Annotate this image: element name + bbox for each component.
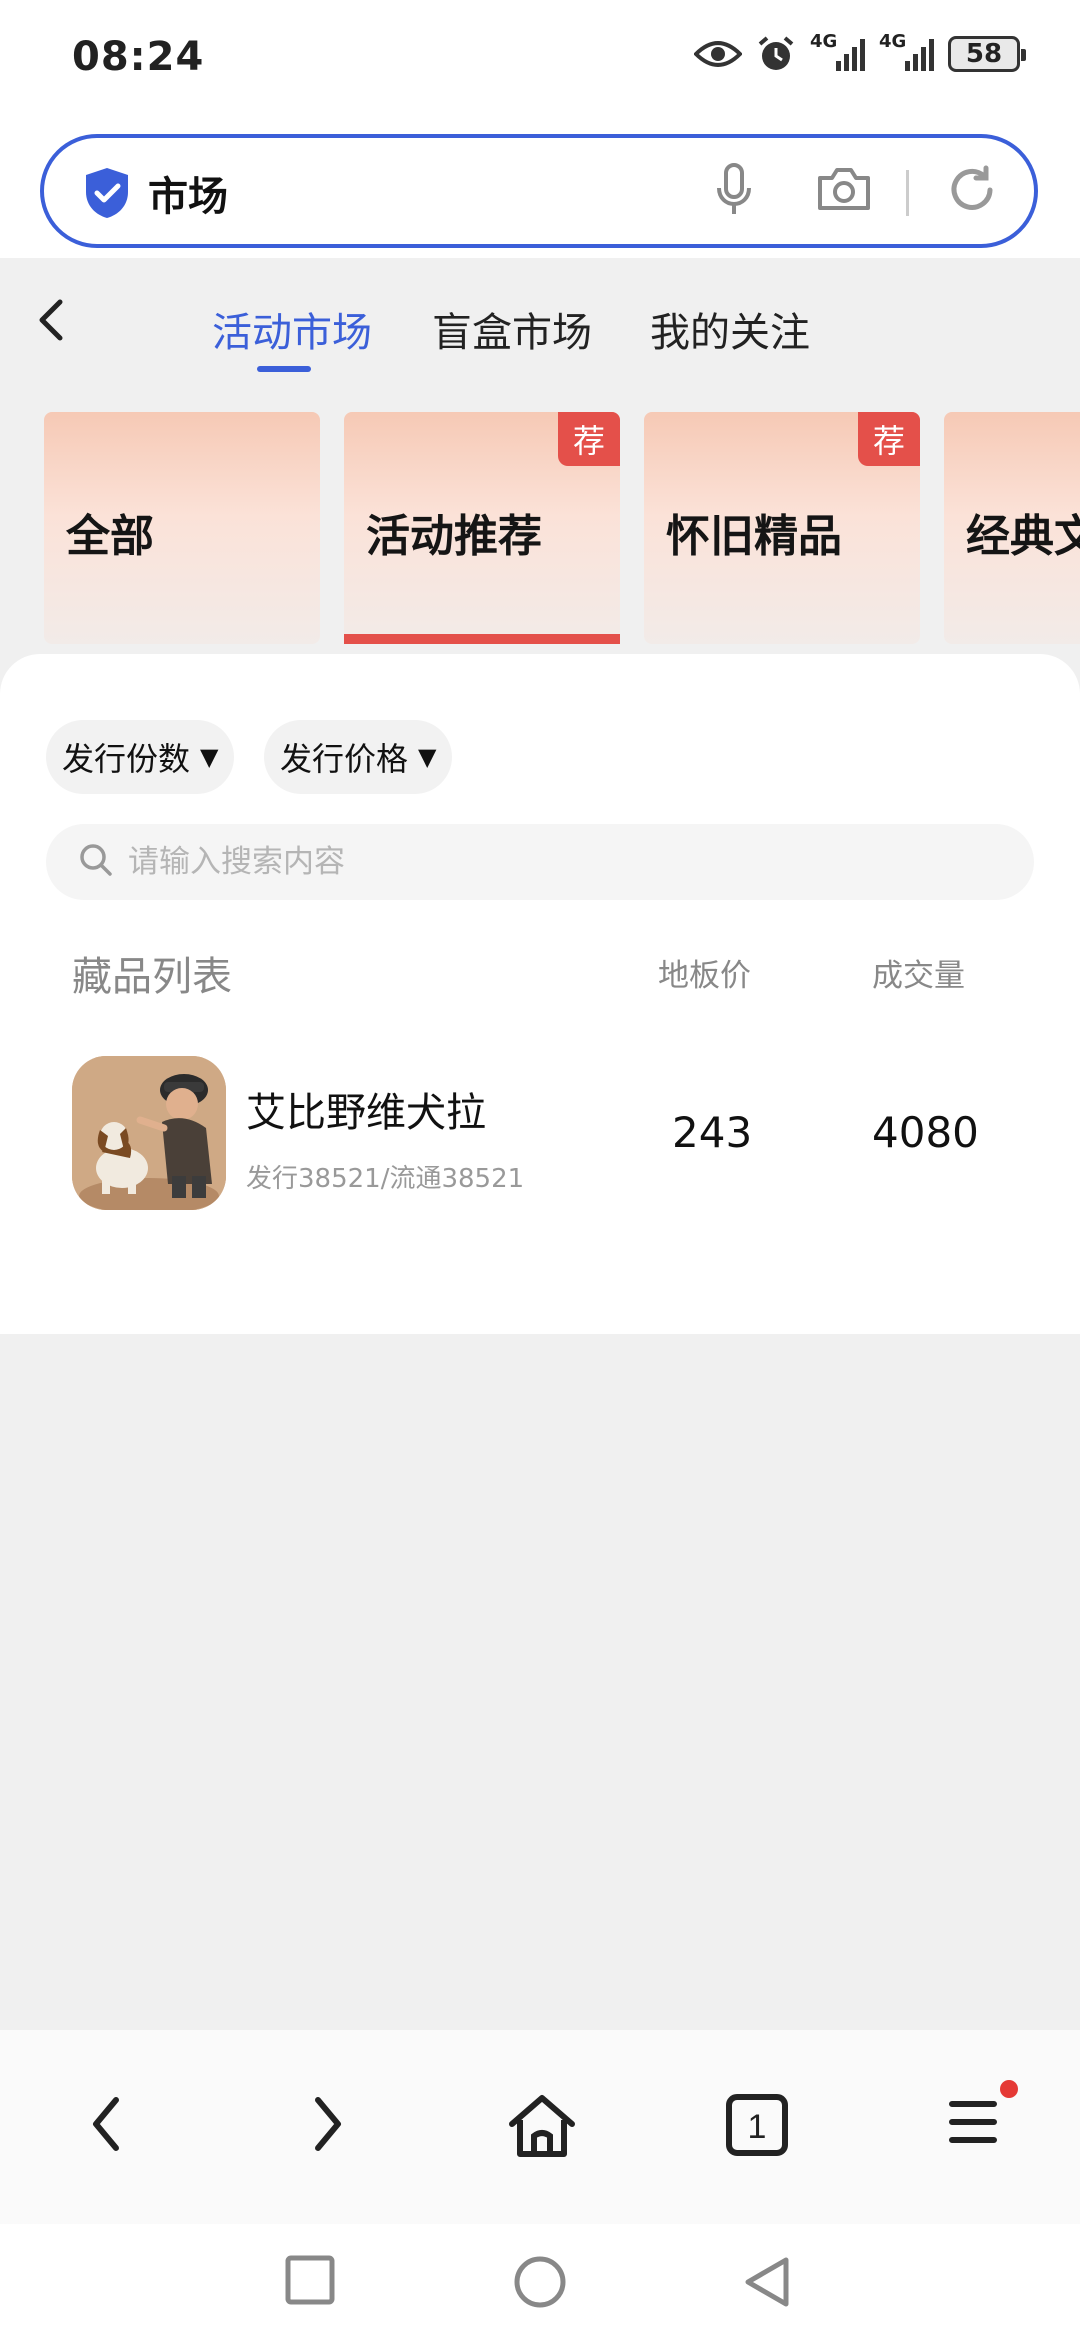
network-type-2: 4G bbox=[879, 31, 907, 52]
home-icon[interactable] bbox=[506, 2092, 578, 2164]
category-card-all[interactable]: 全部 bbox=[44, 412, 320, 644]
search-field[interactable] bbox=[46, 824, 1034, 900]
system-nav-bar bbox=[0, 2224, 1080, 2340]
filter-issue-price[interactable]: 发行价格 ▼ bbox=[264, 720, 453, 794]
eye-icon bbox=[694, 38, 742, 70]
active-tab-indicator bbox=[257, 366, 311, 372]
search-input[interactable] bbox=[128, 844, 928, 880]
notification-dot bbox=[1000, 2080, 1018, 2098]
tab-my-follows[interactable]: 我的关注 bbox=[650, 300, 810, 358]
category-label: 经典文 bbox=[966, 511, 1080, 562]
browser-toolbar: 市场 bbox=[0, 120, 1080, 258]
category-label: 活动推荐 bbox=[366, 511, 542, 562]
back-icon[interactable] bbox=[32, 296, 72, 348]
battery-icon: 58 bbox=[948, 36, 1026, 72]
status-icons: 4G 4G 58 bbox=[694, 31, 1026, 74]
column-floor-price[interactable]: 地板价 bbox=[658, 950, 751, 995]
market-tabs: 活动市场 盲盒市场 我的关注 bbox=[0, 258, 1080, 398]
category-label: 全部 bbox=[66, 511, 154, 562]
category-card-classic[interactable]: 经典文 bbox=[944, 412, 1080, 644]
alarm-icon bbox=[756, 34, 796, 74]
caret-down-icon: ▼ bbox=[200, 743, 219, 771]
caret-down-icon: ▼ bbox=[418, 743, 437, 771]
collection-name: 艾比野维犬拉 bbox=[246, 1090, 486, 1136]
address-bar[interactable]: 市场 bbox=[40, 134, 1038, 248]
browser-bottom-nav: 1 bbox=[0, 2030, 1080, 2224]
home-circle-icon[interactable] bbox=[512, 2254, 568, 2314]
mic-icon[interactable] bbox=[714, 162, 754, 222]
filter-issue-quantity[interactable]: 发行份数 ▼ bbox=[46, 720, 235, 794]
collection-circulation: 发行38521/流通38521 bbox=[246, 1164, 525, 1194]
address-query: 市场 bbox=[148, 174, 228, 220]
camera-icon[interactable] bbox=[816, 164, 872, 218]
status-time: 08:24 bbox=[72, 34, 205, 80]
collection-panel: 发行份数 ▼ 发行价格 ▼ 藏品列表 地板价 成交量 bbox=[0, 654, 1080, 1334]
signal-icon: 4G bbox=[879, 31, 934, 71]
category-card-nostalgic[interactable]: 荐 怀旧精品 bbox=[644, 412, 920, 644]
network-type-1: 4G bbox=[810, 31, 838, 52]
menu-icon[interactable] bbox=[948, 2092, 998, 2156]
collection-floor-price: 243 bbox=[672, 1108, 753, 1157]
refresh-icon[interactable] bbox=[944, 162, 1000, 222]
back-icon[interactable] bbox=[84, 2092, 128, 2160]
category-card-recommended[interactable]: 荐 活动推荐 bbox=[344, 412, 620, 644]
filter-label: 发行份数 bbox=[62, 740, 191, 778]
back-triangle-icon[interactable] bbox=[740, 2254, 794, 2314]
recent-apps-icon[interactable] bbox=[284, 2254, 336, 2310]
collection-thumbnail bbox=[72, 1056, 226, 1210]
filter-label: 发行价格 bbox=[280, 740, 409, 778]
status-bar: 08:24 4G 4G 58 bbox=[0, 0, 1080, 120]
tabs-icon[interactable]: 1 bbox=[724, 2092, 790, 2162]
recommend-badge: 荐 bbox=[858, 412, 920, 466]
battery-level: 58 bbox=[965, 39, 1003, 69]
category-carousel[interactable]: 全部 荐 活动推荐 荐 怀旧精品 经典文 bbox=[0, 412, 1080, 647]
shield-icon bbox=[82, 166, 132, 224]
toolbar-divider bbox=[906, 170, 909, 216]
column-volume[interactable]: 成交量 bbox=[872, 950, 965, 995]
tab-blindbox-market[interactable]: 盲盒市场 bbox=[432, 300, 592, 358]
forward-icon[interactable] bbox=[306, 2092, 350, 2160]
search-icon bbox=[78, 842, 114, 882]
recommend-badge: 荐 bbox=[558, 412, 620, 466]
list-title: 藏品列表 bbox=[72, 954, 232, 1000]
signal-icon: 4G bbox=[810, 31, 865, 71]
tab-activity-market[interactable]: 活动市场 bbox=[212, 300, 372, 358]
collection-volume: 4080 bbox=[872, 1108, 979, 1157]
collection-row[interactable]: 艾比野维犬拉 发行38521/流通38521 243 4080 bbox=[0, 1054, 1080, 1214]
category-label: 怀旧精品 bbox=[666, 511, 842, 562]
tab-count: 1 bbox=[748, 2108, 767, 2146]
